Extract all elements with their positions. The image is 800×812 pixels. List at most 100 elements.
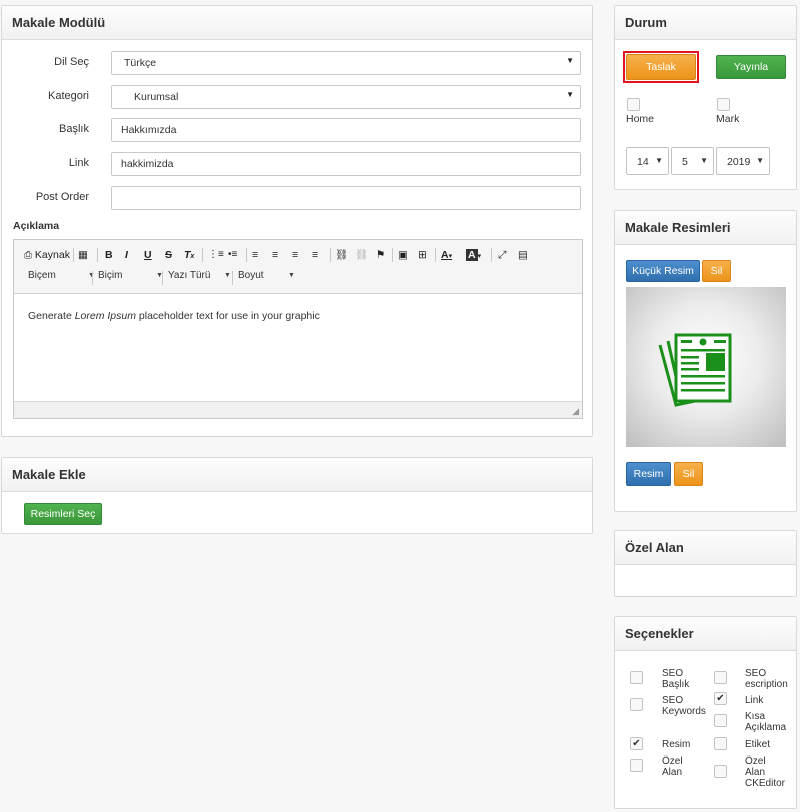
makale-ekle-panel: Makale Ekle Resimleri Seç [1,457,593,534]
editor-toolbar: ⎙ Kaynak ▦ B I U S Tx ⋮≡ •≡ ≡ ≡ ≡ ≡ ⛓ ⛓ … [14,240,582,294]
bulleted-list-icon[interactable]: •≡ [228,248,237,262]
image-icon[interactable]: ▣ [398,248,408,262]
numbered-list-icon[interactable]: ⋮≡ [208,248,224,262]
option-seo-keywords-label: SEO Keywords [662,695,706,717]
option-seo-description-label: SEO escription [745,668,788,690]
option-seo-baslik-label: SEO Başlık [662,668,690,690]
option-seo-keywords-checkbox[interactable] [630,698,643,711]
link-row: Link hakkimizda [2,152,592,176]
year-value: 2019 [727,156,751,168]
post-order-label: Post Order [35,191,89,203]
day-select[interactable]: 14 ▼ [626,147,669,175]
editor-text: placeholder text for use in your graphic [135,310,320,322]
toolbar-separator [491,248,492,262]
kategori-select[interactable]: Kurumsal ▼ [111,85,581,109]
chevron-down-icon: ▼ [288,272,295,279]
toolbar-separator [330,248,331,262]
option-link-label: Link [745,695,764,706]
option-etiket-checkbox[interactable] [714,737,727,750]
style-combo[interactable]: Biçim ▼ [98,270,170,286]
option-ozel-alan-checkbox[interactable] [630,759,643,772]
delete-small-image-button[interactable]: Sil [702,260,731,282]
text-color-icon[interactable]: A▾ [441,248,452,264]
dil-sec-select[interactable]: Türkçe ▼ [111,51,581,75]
size-combo-label: Boyut [238,270,264,281]
select-images-button[interactable]: Resimleri Seç [24,503,102,525]
remove-format-icon[interactable]: Tx [184,248,194,264]
secenekler-title: Seçenekler [615,617,796,651]
align-right-icon[interactable]: ≡ [292,248,298,262]
draft-button[interactable]: Taslak [626,54,696,80]
underline-icon[interactable]: U [144,248,152,262]
style-combo-label: Biçim [98,270,123,281]
option-link-checkbox[interactable]: ✔ [714,692,727,705]
bold-icon[interactable]: B [105,248,113,262]
toolbar-separator [202,248,203,262]
publish-button[interactable]: Yayınla [716,55,786,79]
kategori-row: Kategori Kurumsal ▼ [2,85,592,109]
option-ozel-alan-ckeditor-checkbox[interactable] [714,765,727,778]
makale-resimleri-title: Makale Resimleri [615,211,796,245]
link-icon[interactable]: ⛓ [335,248,348,262]
option-kisa-aciklama-checkbox[interactable] [714,714,727,727]
baslik-input[interactable]: Hakkımızda [111,118,581,142]
italic-icon[interactable]: I [125,248,128,262]
align-left-icon[interactable]: ≡ [252,248,258,262]
align-justify-icon[interactable]: ≡ [312,248,318,262]
font-combo[interactable]: Yazı Türü ▼ [168,270,240,286]
small-image-button[interactable]: Küçük Resim [626,260,700,282]
option-ozel-alan-ckeditor-label: Özel Alan CKEditor [745,756,786,789]
align-center-icon[interactable]: ≡ [272,248,278,262]
chevron-down-icon: ▼ [655,156,663,165]
image-button[interactable]: Resim [626,462,671,486]
unlink-icon[interactable]: ⛓ [355,248,368,262]
template-icon[interactable]: ▦ [78,248,88,262]
dil-sec-value: Türkçe [124,57,157,69]
size-combo[interactable]: Boyut ▼ [238,270,310,286]
editor-content[interactable]: Generate Lorem Ipsum placeholder text fo… [14,294,582,338]
article-image-placeholder[interactable] [626,287,786,447]
baslik-label: Başlık [59,123,89,135]
link-label: Link [68,157,89,169]
background-color-icon[interactable]: A ▾ [466,248,481,264]
source-icon: ⎙ [24,250,32,261]
chevron-down-icon: ▼ [566,56,574,65]
show-blocks-icon[interactable]: ▤ [518,248,528,262]
dil-sec-row: Dil Seç Türkçe ▼ [2,51,592,75]
maximize-icon[interactable]: ⤢ [498,248,506,262]
kategori-value: Kurumsal [134,91,179,103]
editor-text: Generate [28,310,75,322]
option-resim-label: Resim [662,739,691,750]
option-resim-checkbox[interactable]: ✔ [630,737,643,750]
link-input[interactable]: hakkimizda [111,152,581,176]
makale-ekle-title: Makale Ekle [2,458,592,492]
toolbar-separator [246,248,247,262]
home-checkbox[interactable] [627,98,640,111]
toolbar-separator [392,248,393,262]
post-order-input[interactable] [111,186,581,210]
month-select[interactable]: 5 ▼ [671,147,714,175]
editor-italic-text: Lorem Ipsum [74,310,136,322]
font-combo-label: Yazı Türü [168,270,211,281]
option-seo-description-checkbox[interactable] [714,671,727,684]
toolbar-separator [97,248,98,262]
table-icon[interactable]: ⊞ [418,248,427,262]
mark-checkbox[interactable] [717,98,730,111]
durum-title: Durum [615,6,796,40]
option-kisa-aciklama-label: Kısa Açıklama [745,711,787,733]
year-select[interactable]: 2019 ▼ [716,147,770,175]
editor-footer: ◢ [14,401,582,418]
article-icon [658,333,732,407]
option-seo-baslik-checkbox[interactable] [630,671,643,684]
toolbar-separator [435,248,436,262]
post-order-row: Post Order [2,186,592,210]
strikethrough-icon[interactable]: S [165,248,172,262]
format-combo[interactable]: Biçem ▼ [28,270,95,286]
format-combo-label: Biçem [28,270,56,281]
makale-modulu-title: Makale Modülü [2,6,592,40]
source-button[interactable]: ⎙ Kaynak [24,248,70,263]
delete-image-button[interactable]: Sil [674,462,703,486]
resize-handle-icon[interactable]: ◢ [572,406,579,417]
makale-resimleri-panel: Makale Resimleri Küçük Resim Sil Resim S… [614,210,797,512]
anchor-flag-icon[interactable]: ⚑ [376,248,385,262]
